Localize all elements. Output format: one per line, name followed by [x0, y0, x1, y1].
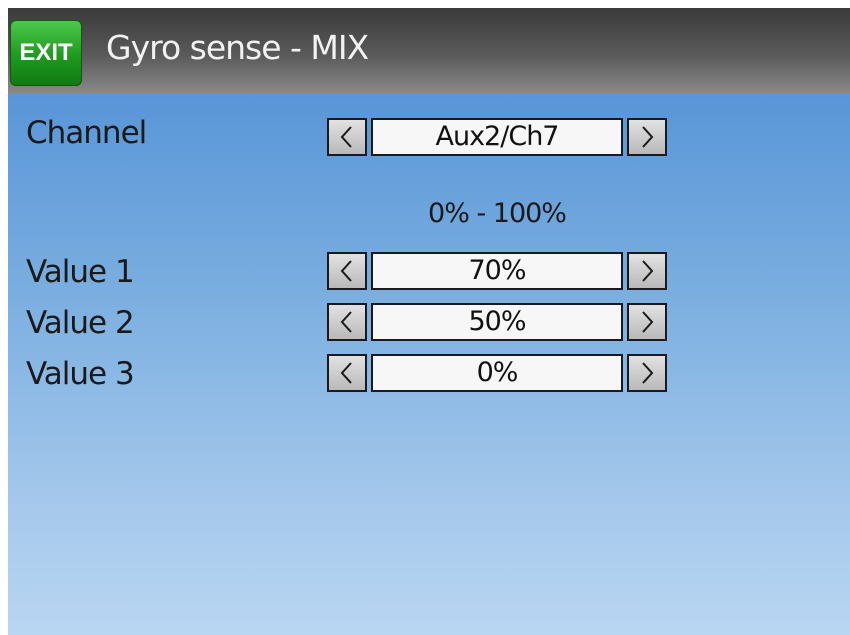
value-2-decrement-button[interactable]	[327, 303, 367, 341]
channel-increment-button[interactable]	[627, 118, 667, 156]
value-3-increment-button[interactable]	[627, 354, 667, 392]
value-3-field[interactable]: 0%	[371, 354, 623, 392]
value-1-field[interactable]: 70%	[371, 252, 623, 290]
value-2-increment-button[interactable]	[627, 303, 667, 341]
value-1-decrement-button[interactable]	[327, 252, 367, 290]
chevron-left-icon	[340, 126, 352, 148]
chevron-left-icon	[340, 311, 352, 333]
value-2-field[interactable]: 50%	[371, 303, 623, 341]
value-2-label: Value 2	[26, 305, 135, 341]
exit-button[interactable]: EXIT	[10, 20, 82, 86]
channel-value[interactable]: Aux2/Ch7	[371, 118, 623, 156]
chevron-right-icon	[642, 126, 654, 148]
screen: EXIT Gyro sense - MIX Channel Aux2/Ch7 0…	[8, 8, 850, 635]
page-title: Gyro sense - MIX	[106, 28, 369, 67]
value-1-label: Value 1	[26, 254, 135, 290]
title-bar: EXIT Gyro sense - MIX	[8, 8, 850, 94]
value-3-label: Value 3	[26, 356, 135, 392]
value-2-spinner: 50%	[327, 303, 667, 341]
value-1-increment-button[interactable]	[627, 252, 667, 290]
channel-decrement-button[interactable]	[327, 118, 367, 156]
chevron-right-icon	[642, 362, 654, 384]
chevron-left-icon	[340, 362, 352, 384]
channel-label: Channel	[26, 115, 147, 151]
value-3-decrement-button[interactable]	[327, 354, 367, 392]
channel-spinner: Aux2/Ch7	[327, 118, 667, 156]
chevron-right-icon	[642, 311, 654, 333]
chevron-left-icon	[340, 260, 352, 282]
value-1-spinner: 70%	[327, 252, 667, 290]
range-text: 0% - 100%	[428, 198, 567, 229]
value-3-spinner: 0%	[327, 354, 667, 392]
chevron-right-icon	[642, 260, 654, 282]
